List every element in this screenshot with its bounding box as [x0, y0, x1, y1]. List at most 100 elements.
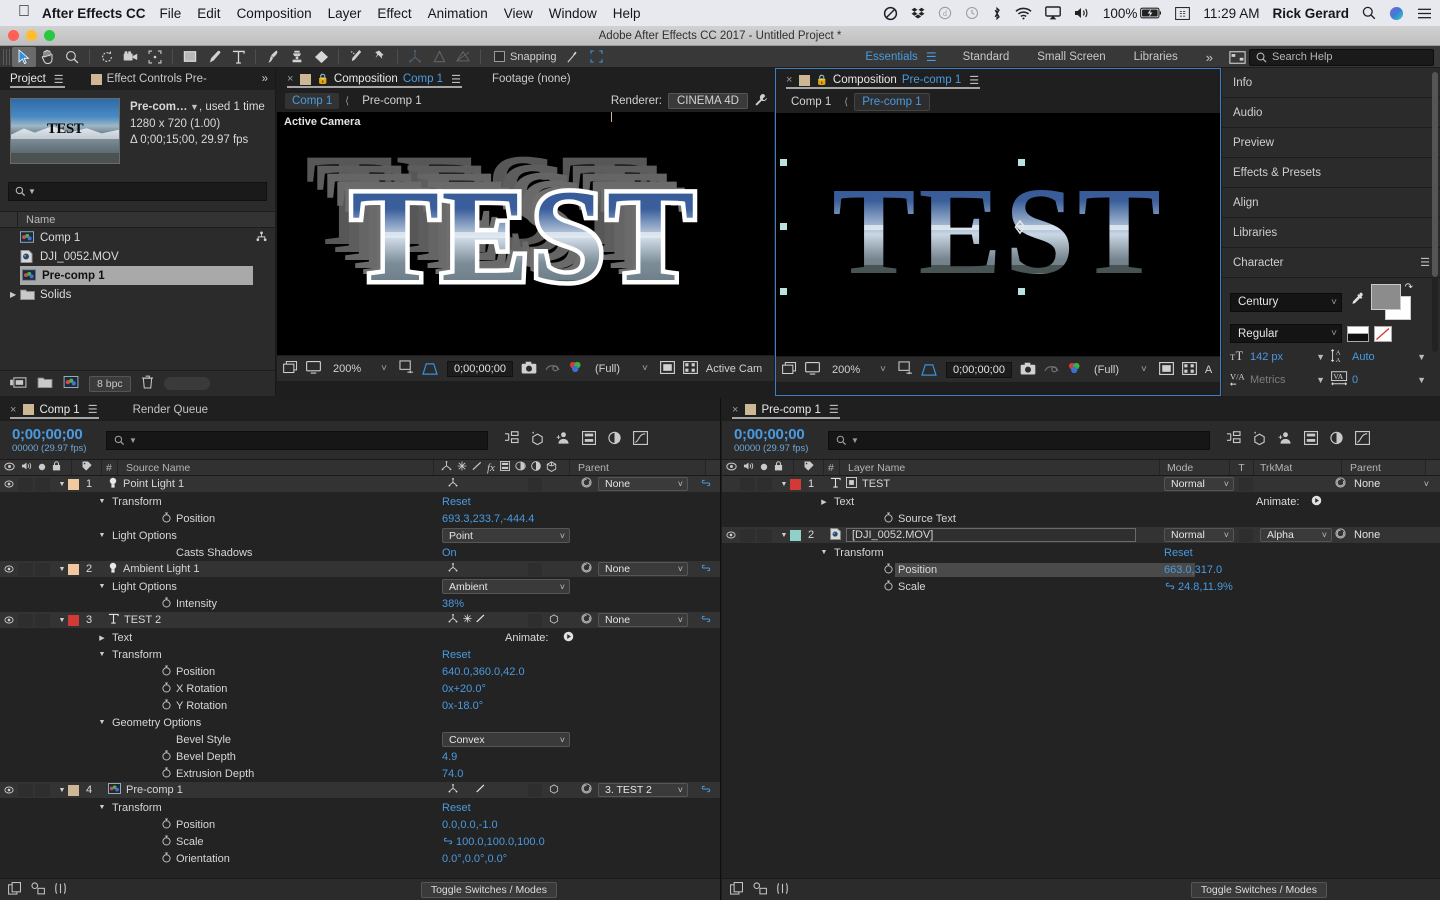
- tracking-control[interactable]: VA 0 ▼: [1331, 371, 1432, 389]
- property-disclosure-icon[interactable]: ▼: [96, 804, 108, 811]
- timeline2-layername-col[interactable]: Layer Name: [840, 460, 1160, 475]
- workspace-menu-icon[interactable]: ☰: [926, 50, 937, 64]
- no-fill-icon[interactable]: [1374, 325, 1392, 342]
- property-dropdown[interactable]: Point ˅: [442, 528, 570, 543]
- comp2-zoom-select[interactable]: 200% ˅: [828, 363, 890, 377]
- layer-name-cell[interactable]: [DJI_0052.MOV]: [822, 527, 1136, 543]
- layer-3d-switch[interactable]: [448, 477, 458, 491]
- property-dropdown[interactable]: Convex ˅: [442, 732, 570, 747]
- list-item[interactable]: ▶ Solids: [0, 285, 275, 304]
- audio-toggle-icon[interactable]: [743, 461, 754, 474]
- leading-control[interactable]: AA Auto ▼: [1330, 348, 1432, 366]
- search-dropdown-icon[interactable]: ▼: [28, 187, 36, 196]
- timeline1-parent-col[interactable]: Parent: [570, 460, 706, 475]
- divvy-icon[interactable]: d: [938, 6, 952, 20]
- stopwatch-icon[interactable]: [882, 512, 894, 526]
- comp1-resolution-select[interactable]: (Full) ˅: [591, 362, 652, 376]
- parent-pickwhip-icon[interactable]: [1335, 477, 1346, 491]
- snap-target-icon[interactable]: [561, 47, 585, 67]
- layer-quality-switch[interactable]: [476, 784, 485, 796]
- menu-item-window[interactable]: Window: [549, 6, 597, 21]
- close-tab-icon[interactable]: ×: [786, 74, 792, 86]
- renderer-settings-icon[interactable]: [754, 93, 768, 110]
- layer-switch-slot[interactable]: [528, 477, 542, 491]
- timeline-property-row[interactable]: Orientation 0.0°,0.0°,0.0°: [0, 850, 720, 867]
- layer-solo-toggle[interactable]: [757, 528, 772, 542]
- chevron-down-icon[interactable]: ˅: [560, 531, 565, 541]
- dock-panel-align[interactable]: Align: [1222, 188, 1440, 218]
- comp2-camera-view[interactable]: A: [1205, 364, 1212, 376]
- resolution-grid-icon[interactable]: [399, 360, 414, 377]
- show-snapshot-icon[interactable]: [1044, 362, 1059, 377]
- property-label[interactable]: X Rotation: [176, 683, 227, 695]
- property-value[interactable]: Reset: [1164, 547, 1193, 559]
- time-machine-icon[interactable]: [965, 6, 979, 20]
- timeline1-search-input[interactable]: ▼: [106, 430, 488, 450]
- puppet-pin-tool[interactable]: [368, 47, 392, 67]
- channel-icon[interactable]: [1067, 361, 1082, 378]
- renderer-value[interactable]: CINEMA 4D: [668, 93, 748, 109]
- timeline1-timecode[interactable]: 0;00;00;00 00000 (29.97 fps): [0, 426, 106, 454]
- chevron-down-icon[interactable]: ▼: [1417, 352, 1432, 362]
- battery-icon[interactable]: [1140, 7, 1162, 19]
- animate-play-icon[interactable]: [1311, 495, 1322, 509]
- mesh-icon[interactable]: [451, 47, 475, 67]
- layer-3d-toggle[interactable]: [549, 783, 559, 797]
- tab-composition-comp1[interactable]: × 🔒 Composition Comp 1 ☰: [283, 68, 470, 90]
- tab-timeline-comp1[interactable]: × Comp 1 ☰: [6, 399, 107, 421]
- parent-pickwhip-icon[interactable]: [581, 562, 592, 576]
- comp1-camera-view[interactable]: Active Cam: [706, 363, 762, 375]
- toggle-transparency-icon[interactable]: [283, 360, 298, 377]
- solo-toggle-icon[interactable]: [760, 462, 768, 474]
- animate-label[interactable]: Animate:: [1256, 496, 1299, 508]
- timeline2-mode-col[interactable]: Mode: [1160, 460, 1230, 475]
- frame-blending-icon[interactable]: [1304, 430, 1319, 450]
- chevron-down-icon[interactable]: ˅: [1322, 530, 1327, 540]
- hide-shy-layers-icon[interactable]: [1278, 431, 1293, 450]
- layer-parent-select[interactable]: None ˅: [598, 477, 688, 491]
- chevron-down-icon[interactable]: ˅: [560, 735, 565, 745]
- property-value[interactable]: 74.0: [442, 768, 463, 780]
- timeline-property-row[interactable]: ▼ Transform Reset: [0, 646, 720, 663]
- layer-3d-switch[interactable]: [448, 562, 458, 576]
- layer-video-toggle[interactable]: [0, 616, 18, 624]
- layer-label-color[interactable]: [790, 529, 801, 541]
- toggle-transparency-icon[interactable]: [782, 361, 797, 378]
- search-dropdown-icon[interactable]: ▼: [129, 436, 137, 445]
- toggle-mask-icon[interactable]: [1181, 361, 1197, 378]
- layer-quality-switch[interactable]: [476, 614, 485, 626]
- new-folder-icon[interactable]: [37, 376, 53, 391]
- zoom-tool[interactable]: [60, 47, 84, 67]
- fill-stroke-presets[interactable]: [1347, 325, 1369, 342]
- timeline-property-row[interactable]: Extrusion Depth 74.0: [0, 765, 720, 782]
- property-label[interactable]: Source Text: [898, 513, 956, 525]
- snap-region-icon[interactable]: [585, 47, 609, 67]
- property-value[interactable]: 0.0,0.0,-1.0: [442, 819, 498, 831]
- workspace-standard[interactable]: Standard: [963, 51, 1010, 63]
- layer-disclosure-icon[interactable]: ▼: [778, 532, 790, 539]
- property-label[interactable]: Bevel Style: [176, 734, 231, 746]
- comp2-viewport[interactable]: TEST: [776, 113, 1220, 356]
- layer-trkmat-select[interactable]: Alpha ˅: [1260, 528, 1332, 542]
- text-tool[interactable]: [226, 47, 250, 67]
- graph-editor-icon[interactable]: [633, 430, 648, 450]
- layer-keyframe-nav-icon[interactable]: [700, 614, 712, 626]
- layer-name-cell[interactable]: Ambient Light 1: [100, 562, 199, 577]
- timeline-property-row[interactable]: Position 640.0,360.0,42.0: [0, 663, 720, 680]
- layer-t-slot[interactable]: [1239, 477, 1253, 491]
- label-color-icon[interactable]: [804, 461, 814, 474]
- property-disclosure-icon[interactable]: ▼: [96, 532, 108, 539]
- channel-icon[interactable]: [568, 360, 583, 377]
- snapshot-icon[interactable]: [521, 361, 537, 377]
- adjustment-layer-icon[interactable]: [531, 461, 541, 474]
- timeline-layer-row[interactable]: ▼ 3 TEST 2 None ˅: [0, 612, 720, 629]
- roto-brush-tool[interactable]: [344, 47, 368, 67]
- property-value[interactable]: 693.3,233.7,-444.4: [442, 513, 534, 525]
- timeline-property-row[interactable]: Scale 100.0,100.0,100.0: [0, 833, 720, 850]
- chevron-down-icon[interactable]: ˅: [642, 363, 648, 374]
- layer-keyframe-nav-icon[interactable]: [700, 563, 712, 575]
- tab-timeline-precomp1[interactable]: × Pre-comp 1 ☰: [728, 399, 848, 421]
- layer-keyframe-nav-icon[interactable]: [700, 478, 712, 490]
- chevron-down-icon[interactable]: ˅: [1224, 479, 1229, 489]
- property-label[interactable]: Extrusion Depth: [176, 768, 254, 780]
